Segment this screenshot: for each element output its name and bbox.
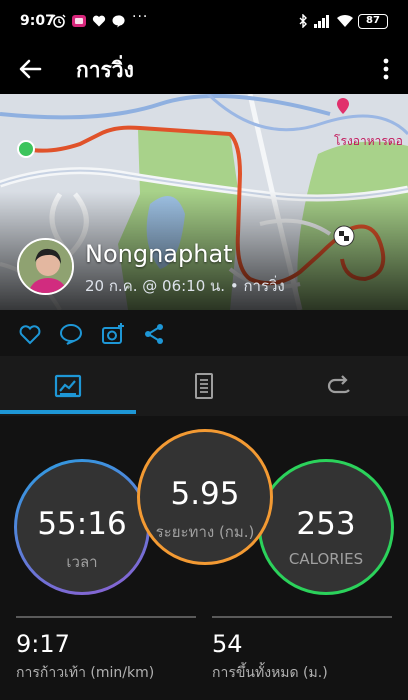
app-header: การวิ่ง (0, 44, 408, 94)
stat-divider (212, 616, 392, 618)
avatar[interactable] (17, 238, 74, 295)
arrow-left-icon[interactable] (16, 56, 44, 82)
stats-icon (54, 374, 82, 398)
tab-active-indicator (0, 410, 136, 414)
tab-bar (0, 356, 408, 416)
time-value: 55:16 (37, 506, 127, 542)
finish-flag-icon (333, 225, 355, 247)
details-icon (195, 373, 213, 399)
ascent-value: 54 (212, 630, 243, 658)
laps-icon (327, 375, 350, 394)
calories-label: CALORIES (288, 550, 364, 568)
ascent-label: การขึ้นทั้งหมด (ม.) (212, 665, 328, 681)
time-label: เวลา (66, 553, 98, 571)
status-bar: 9:07 ··· 87 (0, 0, 408, 44)
distance-label: ระยะทาง (กม.) (155, 523, 255, 541)
calories-value: 253 (296, 506, 356, 542)
stat-divider (16, 616, 196, 618)
page-title: การวิ่ง (76, 58, 134, 82)
signal-icon (314, 15, 329, 28)
alarm-icon (52, 14, 66, 28)
chat-bubble-icon (112, 15, 125, 28)
status-time: 9:07 (20, 13, 55, 29)
calories-summary: 253 CALORIES (258, 459, 394, 595)
user-name: Nongnaphat (85, 240, 233, 268)
poi-label: โรงอาหารดอ (334, 134, 403, 148)
wifi-icon (337, 14, 353, 27)
more-vert-icon[interactable] (374, 56, 398, 82)
add-photo-icon[interactable] (101, 322, 125, 346)
like-icon[interactable] (18, 322, 42, 346)
tab-details[interactable] (136, 356, 272, 416)
distance-summary: 5.95 ระยะทาง (กม.) (137, 429, 273, 565)
battery-icon: 87 (358, 14, 388, 29)
status-overflow: ··· (132, 9, 149, 25)
action-bar (0, 310, 408, 356)
battery-level: 87 (366, 15, 380, 26)
comment-icon[interactable] (59, 322, 83, 346)
heart-icon (92, 15, 106, 27)
pace-label: การก้าวเท้า (min/km) (16, 665, 155, 681)
restaurant-poi-icon (337, 98, 349, 114)
pace-value: 9:17 (16, 630, 70, 658)
app-badge-icon (72, 15, 86, 27)
tab-laps[interactable] (272, 356, 408, 416)
pace-stat: 9:17 การก้าวเท้า (min/km) (16, 616, 196, 681)
distance-value: 5.95 (170, 476, 240, 512)
ascent-stat: 54 การขึ้นทั้งหมด (ม.) (212, 616, 392, 681)
tab-stats[interactable] (0, 356, 136, 416)
map-poi-label: โรงอาหารดอ (334, 132, 403, 151)
activity-subtitle: 20 ก.ค. @ 06:10 น. • การวิ่ง (85, 277, 285, 295)
share-icon[interactable] (142, 322, 166, 346)
time-summary: 55:16 เวลา (14, 459, 150, 595)
bluetooth-icon (299, 14, 307, 28)
